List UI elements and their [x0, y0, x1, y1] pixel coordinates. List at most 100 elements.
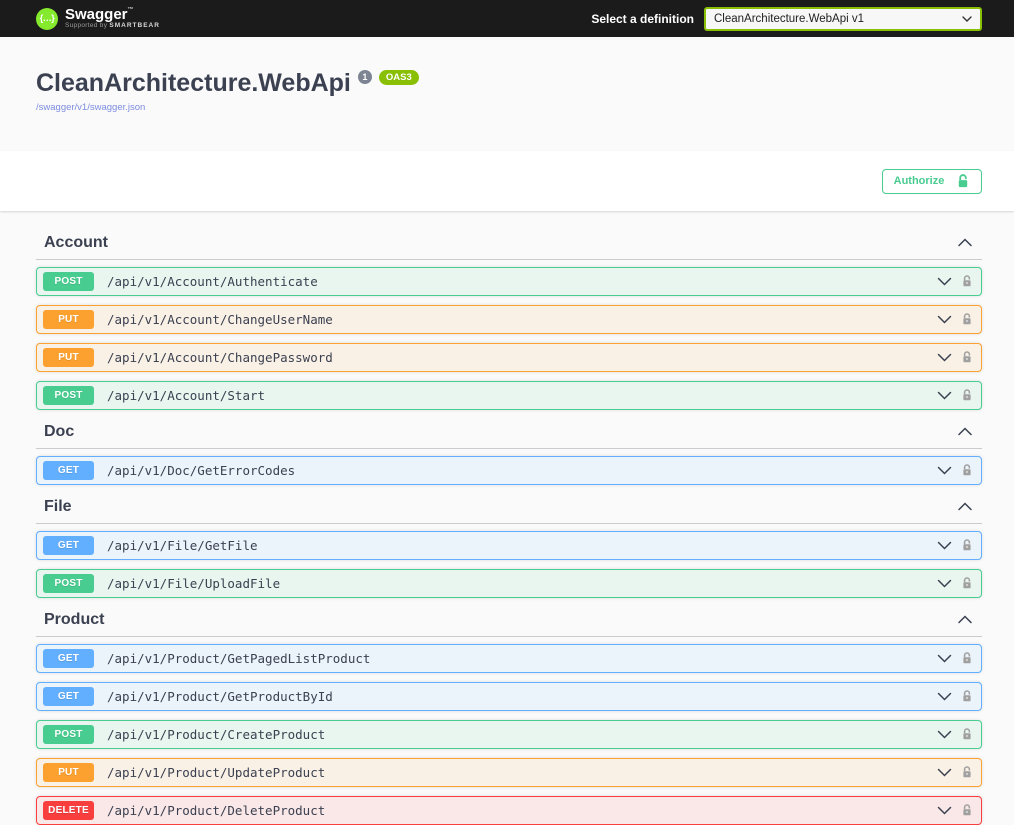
api-section-file: File GET /api/v1/File/GetFile POST /api/… — [36, 497, 982, 598]
select-definition-label: Select a definition — [591, 11, 694, 26]
definition-select[interactable]: CleanArchitecture.WebApi v1 — [704, 6, 982, 31]
section-title: File — [44, 498, 72, 515]
lock-icon[interactable] — [961, 388, 973, 403]
topbar: {…} Swagger™ Supported by SMARTBEAR Sele… — [0, 0, 1014, 37]
api-section-account: Account POST /api/v1/Account/Authenticat… — [36, 233, 982, 410]
operation-path: /api/v1/File/GetFile — [107, 538, 258, 553]
operation-row[interactable]: GET /api/v1/File/GetFile — [36, 531, 982, 560]
section-operations: GET /api/v1/File/GetFile POST /api/v1/Fi… — [36, 524, 982, 598]
chevron-down-icon — [962, 15, 972, 22]
chevron-down-icon[interactable] — [937, 692, 952, 701]
section-header[interactable]: Account — [36, 233, 982, 260]
spec-url-link[interactable]: /swagger/v1/swagger.json — [36, 102, 145, 113]
method-badge: PUT — [43, 763, 94, 782]
page-title: CleanArchitecture.WebApi 1 OAS3 — [36, 69, 982, 97]
method-badge: GET — [43, 536, 94, 555]
operation-row[interactable]: POST /api/v1/File/UploadFile — [36, 569, 982, 598]
method-badge: PUT — [43, 310, 94, 329]
operation-path: /api/v1/Account/ChangeUserName — [107, 312, 333, 327]
operation-row[interactable]: GET /api/v1/Product/GetPagedListProduct — [36, 644, 982, 673]
smartbear-wordmark: SMARTBEAR — [109, 22, 160, 30]
operation-path: /api/v1/Product/UpdateProduct — [107, 765, 326, 780]
api-info-section: CleanArchitecture.WebApi 1 OAS3 /swagger… — [0, 37, 1014, 151]
operation-path: /api/v1/Product/GetProductById — [107, 689, 333, 704]
oas3-badge: OAS3 — [378, 70, 419, 86]
brand-name: Swagger™ — [65, 5, 134, 23]
method-badge: POST — [43, 574, 94, 593]
section-header[interactable]: Product — [36, 610, 982, 637]
scheme-container: Authorize — [0, 151, 1014, 211]
operations-list: Account POST /api/v1/Account/Authenticat… — [0, 211, 1014, 825]
method-badge: DELETE — [43, 801, 94, 820]
lock-icon[interactable] — [961, 312, 973, 327]
operation-row[interactable]: GET /api/v1/Product/GetProductById — [36, 682, 982, 711]
authorize-button[interactable]: Authorize — [882, 168, 982, 194]
operation-path: /api/v1/Account/Authenticate — [107, 274, 318, 289]
method-badge: GET — [43, 649, 94, 668]
lock-icon[interactable] — [961, 538, 973, 553]
section-title: Product — [44, 611, 105, 628]
chevron-down-icon[interactable] — [937, 579, 952, 588]
chevron-down-icon[interactable] — [937, 391, 952, 400]
operation-row[interactable]: PUT /api/v1/Account/ChangeUserName — [36, 305, 982, 334]
operation-path: /api/v1/Product/CreateProduct — [107, 727, 326, 742]
braces-icon: {…} — [39, 13, 55, 23]
lock-icon[interactable] — [961, 274, 973, 289]
swagger-logo-link[interactable]: {…} Swagger™ Supported by SMARTBEAR — [36, 5, 160, 31]
lock-icon[interactable] — [961, 350, 973, 365]
method-badge: GET — [43, 687, 94, 706]
chevron-up-icon[interactable] — [958, 427, 972, 436]
lock-icon[interactable] — [961, 765, 973, 780]
brand-subtitle: Supported by SMARTBEAR — [65, 22, 160, 30]
chevron-up-icon[interactable] — [958, 615, 972, 624]
selected-definition: CleanArchitecture.WebApi v1 — [714, 12, 864, 25]
api-title-text: CleanArchitecture.WebApi — [36, 69, 351, 97]
lock-icon[interactable] — [961, 463, 973, 478]
chevron-down-icon[interactable] — [937, 353, 952, 362]
api-section-product: Product GET /api/v1/Product/GetPagedList… — [36, 610, 982, 825]
method-badge: POST — [43, 725, 94, 744]
lock-icon[interactable] — [961, 576, 973, 591]
definition-select-group: Select a definition CleanArchitecture.We… — [591, 6, 982, 31]
operation-path: /api/v1/Doc/GetErrorCodes — [107, 463, 296, 478]
section-header[interactable]: Doc — [36, 422, 982, 449]
operation-row[interactable]: POST /api/v1/Product/CreateProduct — [36, 720, 982, 749]
chevron-down-icon[interactable] — [937, 654, 952, 663]
operation-path: /api/v1/File/UploadFile — [107, 576, 281, 591]
method-badge: PUT — [43, 348, 94, 367]
lock-icon[interactable] — [961, 689, 973, 704]
chevron-down-icon[interactable] — [937, 315, 952, 324]
chevron-down-icon[interactable] — [937, 541, 952, 550]
version-badge: 1 — [357, 70, 372, 84]
operation-row[interactable]: PUT /api/v1/Account/ChangePassword — [36, 343, 982, 372]
chevron-up-icon[interactable] — [958, 238, 972, 247]
section-title: Account — [44, 234, 108, 251]
unlock-icon — [959, 173, 968, 187]
operation-path: /api/v1/Product/GetPagedListProduct — [107, 651, 371, 666]
section-operations: GET /api/v1/Product/GetPagedListProduct … — [36, 637, 982, 825]
trademark-mark: ™ — [127, 6, 134, 13]
swagger-logo-icon: {…} — [36, 7, 58, 30]
api-section-doc: Doc GET /api/v1/Doc/GetErrorCodes — [36, 422, 982, 485]
chevron-down-icon[interactable] — [937, 730, 952, 739]
operation-row[interactable]: DELETE /api/v1/Product/DeleteProduct — [36, 796, 982, 825]
operation-row[interactable]: POST /api/v1/Account/Authenticate — [36, 267, 982, 296]
section-title: Doc — [44, 423, 75, 440]
chevron-down-icon[interactable] — [937, 466, 952, 475]
chevron-up-icon[interactable] — [958, 502, 972, 511]
method-badge: GET — [43, 461, 94, 480]
section-header[interactable]: File — [36, 497, 982, 524]
operation-row[interactable]: PUT /api/v1/Product/UpdateProduct — [36, 758, 982, 787]
operation-row[interactable]: GET /api/v1/Doc/GetErrorCodes — [36, 456, 982, 485]
chevron-down-icon[interactable] — [937, 768, 952, 777]
lock-icon[interactable] — [961, 727, 973, 742]
chevron-down-icon[interactable] — [937, 806, 952, 815]
operation-path: /api/v1/Account/Start — [107, 388, 266, 403]
operation-row[interactable]: POST /api/v1/Account/Start — [36, 381, 982, 410]
authorize-label: Authorize — [893, 175, 945, 187]
chevron-down-icon[interactable] — [937, 277, 952, 286]
section-operations: GET /api/v1/Doc/GetErrorCodes — [36, 449, 982, 485]
method-badge: POST — [43, 386, 94, 405]
lock-icon[interactable] — [961, 651, 973, 666]
method-badge: POST — [43, 272, 94, 291]
